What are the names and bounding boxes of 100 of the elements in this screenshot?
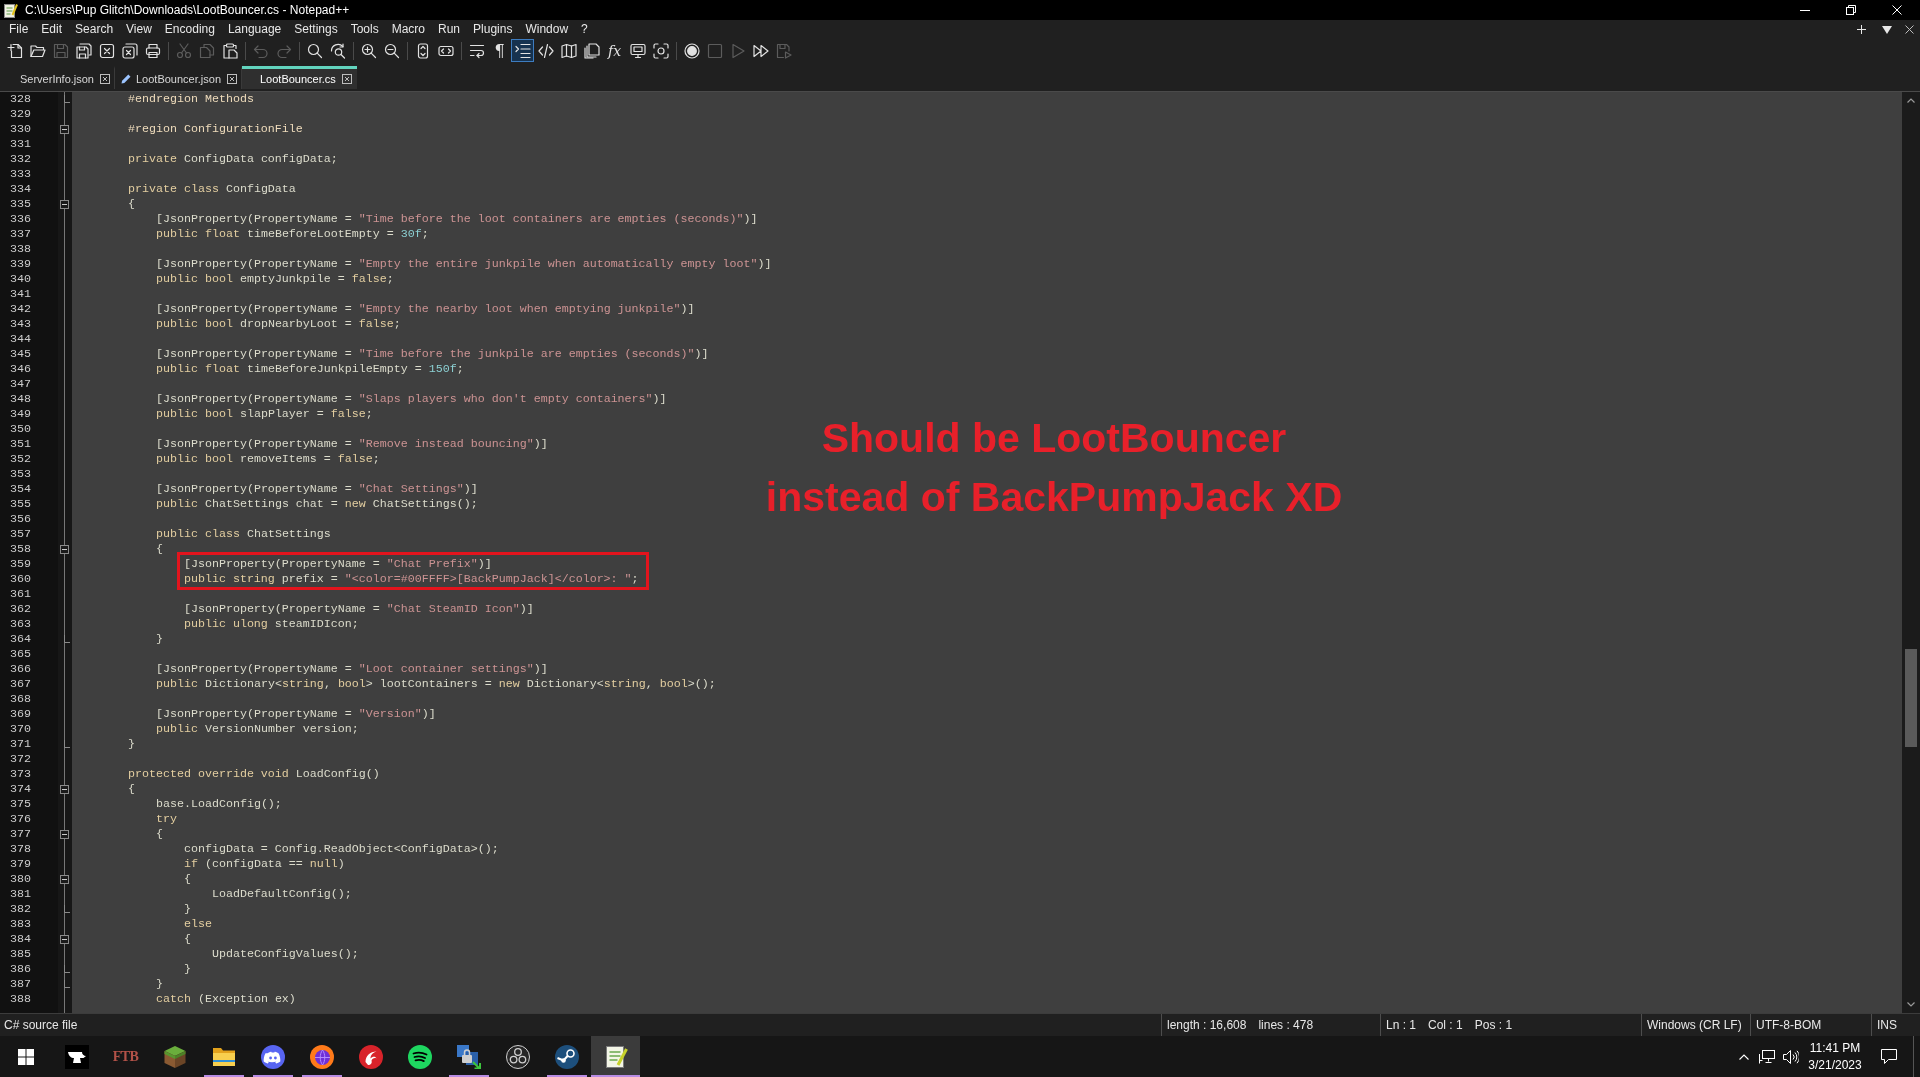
plus-icon[interactable] (1857, 25, 1866, 34)
code-line: #region ConfigurationFile (127, 122, 303, 136)
menu-item[interactable]: View (119, 20, 159, 39)
menu-item[interactable]: Tools (344, 20, 386, 39)
line-number: 339 (9, 257, 32, 272)
code-line: [JsonProperty(PropertyName = "Version")] (155, 707, 436, 721)
globe-icon[interactable] (309, 1044, 334, 1069)
code-line: #endregion Methods (127, 92, 254, 106)
close-icon[interactable] (227, 74, 237, 84)
line-number: 344 (9, 332, 32, 347)
line-number: 335 (9, 197, 32, 212)
fold-minus-icon[interactable] (60, 200, 69, 209)
code-line: if (configData == null) (183, 857, 345, 871)
network-monitor-icon[interactable] (1759, 1049, 1775, 1064)
three-circles-icon[interactable] (505, 1044, 530, 1069)
line-number: 357 (9, 527, 32, 542)
status-text: Windows (CR LF) (1647, 1018, 1742, 1032)
toolbar-button[interactable]: ¶ (488, 39, 511, 62)
four-panes-icon[interactable] (18, 1048, 34, 1065)
line-number: 342 (9, 302, 32, 317)
code-line: [JsonProperty(PropertyName = "Time before the junkpile are empties (seconds)")] (155, 347, 709, 361)
code-line: } (155, 977, 163, 991)
fold-end-icon (64, 94, 70, 103)
code-line: [JsonProperty(PropertyName = "Loot container settings")] (155, 662, 548, 676)
annotation-text: Should be LootBouncer (821, 414, 1287, 463)
fold-minus-icon[interactable] (60, 545, 69, 554)
line-number: 369 (9, 707, 32, 722)
code-line: try (155, 812, 177, 826)
menu-item[interactable]: Run (431, 20, 467, 39)
code-line: public Dictionary<string, bool> lootContainers = new Dictionary<string, bool>(); (155, 677, 716, 691)
down-triangle-icon[interactable] (1882, 25, 1892, 34)
line-number: 368 (9, 692, 32, 707)
code-line: base.LoadConfig(); (155, 797, 282, 811)
code-line: [JsonProperty(PropertyName = "Empty the entire junkpile when automatically empty loot")] (155, 257, 772, 271)
code-line: } (155, 632, 163, 646)
menu-item[interactable]: Macro (385, 20, 432, 39)
line-number: 379 (9, 857, 32, 872)
line-number: 386 (9, 962, 32, 977)
line-number: 377 (9, 827, 32, 842)
piston-icon[interactable] (554, 1044, 579, 1069)
clock-time[interactable]: 11:41 PM (1809, 1039, 1861, 1057)
status-text: UTF-8-BOM (1756, 1018, 1822, 1032)
menu-item[interactable]: Language (221, 20, 288, 39)
code-line: } (127, 737, 135, 751)
menu-item[interactable]: Edit (34, 20, 69, 39)
fold-minus-icon[interactable] (60, 785, 69, 794)
fold-end-icon (64, 904, 70, 913)
menu-item[interactable]: Search (68, 20, 120, 39)
line-number: 374 (9, 782, 32, 797)
close-icon[interactable] (341, 74, 352, 84)
scrollbar-thumb[interactable] (1905, 649, 1917, 747)
code-line: public bool emptyJunkpile = false; (155, 272, 394, 286)
code-line: private ConfigData configData; (127, 152, 338, 166)
code-line: [JsonProperty(PropertyName = "Time before the loot containers are empties (seconds)")] (155, 212, 758, 226)
line-number: 366 (9, 662, 32, 677)
line-number: 382 (9, 902, 32, 917)
line-number: 385 (9, 947, 32, 962)
status-text: INS (1877, 1018, 1897, 1032)
fold-minus-icon[interactable] (60, 830, 69, 839)
taskbar-button[interactable] (591, 1036, 640, 1077)
code-line: else (183, 917, 212, 931)
menu-item[interactable]: Window (518, 20, 575, 39)
speech-bubble-icon[interactable] (1881, 1049, 1897, 1064)
anvil-icon[interactable] (64, 1044, 89, 1069)
line-number: 361 (9, 587, 32, 602)
line-number: 352 (9, 452, 32, 467)
fold-minus-icon[interactable] (60, 875, 69, 884)
swirl-icon[interactable] (358, 1044, 383, 1069)
menu-item[interactable]: File (2, 20, 35, 39)
menu-item[interactable]: ? (574, 20, 595, 39)
speaker-icon[interactable] (1783, 1049, 1799, 1064)
line-number: 330 (9, 122, 32, 137)
code-line: public string prefix = "<color=#00FFFF>[BackPumpJack]</color>: "; (183, 572, 639, 586)
menu-item[interactable]: Settings (287, 20, 345, 39)
fold-minus-icon[interactable] (60, 935, 69, 944)
vertical-scrollbar[interactable] (1902, 92, 1920, 1013)
close-icon[interactable] (100, 74, 110, 84)
notepad-icon[interactable] (603, 1044, 628, 1069)
close-icon[interactable] (1905, 25, 1914, 34)
taskbar-button[interactable]: FTB (101, 1036, 150, 1077)
chevron-up-icon[interactable] (1738, 1053, 1749, 1060)
line-number: 380 (9, 872, 32, 887)
tab[interactable]: LootBouncer.cs (242, 66, 357, 89)
tab[interactable]: ServerInfo.json (14, 66, 115, 89)
menu-item[interactable]: Encoding (158, 20, 222, 39)
line-number: 363 (9, 617, 32, 632)
restore-icon[interactable] (1846, 5, 1856, 15)
minimize-icon[interactable] (1800, 9, 1810, 11)
toolbar-button[interactable]: fx (603, 39, 626, 62)
game-controller-icon[interactable] (260, 1044, 285, 1069)
clock-date[interactable]: 3/21/2023 (1808, 1056, 1862, 1074)
code-line: { (183, 872, 191, 886)
padlock-icon[interactable] (456, 1044, 481, 1069)
line-number: 362 (9, 602, 32, 617)
sound-waves-icon[interactable] (407, 1044, 432, 1069)
cube-icon[interactable] (162, 1044, 187, 1069)
code-line: private class ConfigData (127, 182, 296, 196)
line-number: 348 (9, 392, 32, 407)
fold-minus-icon[interactable] (60, 125, 69, 134)
menu-item[interactable]: Plugins (466, 20, 519, 39)
